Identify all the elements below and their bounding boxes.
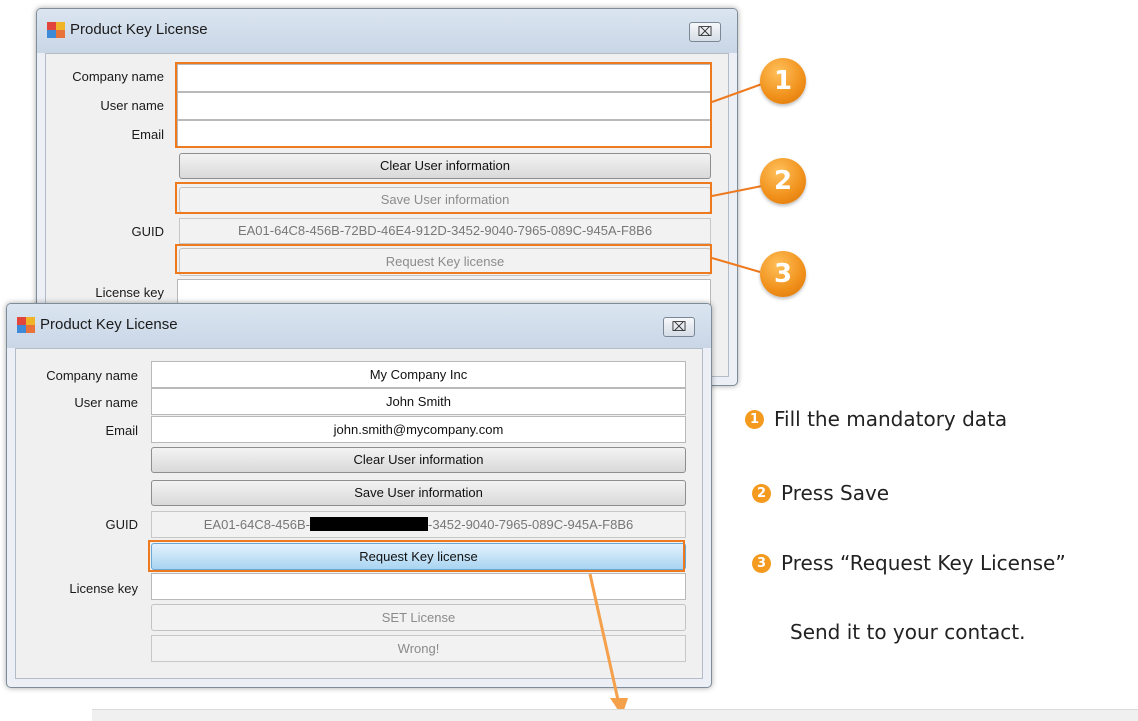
license-key-input[interactable]	[151, 573, 686, 600]
guid-field: EA01-64C8-456B-72BD-46E4-912D-3452-9040-…	[179, 218, 711, 244]
step-3-label: Press “Request Key License”	[781, 551, 1066, 575]
step-1-text: 1 Fill the mandatory data	[745, 407, 1007, 431]
window-title: Product Key License	[70, 21, 208, 38]
user-name-label: User name	[100, 98, 164, 113]
company-name-label: Company name	[72, 69, 164, 84]
close-button[interactable]: ⌧	[663, 317, 695, 337]
email-input[interactable]	[177, 120, 711, 148]
license-key-label: License key	[95, 285, 164, 300]
window-title: Product Key License	[40, 316, 178, 333]
clear-user-info-button[interactable]: Clear User information	[151, 447, 686, 473]
step-1-label: Fill the mandatory data	[774, 407, 1008, 431]
save-user-info-button[interactable]: Save User information	[179, 187, 711, 213]
guid-label: GUID	[105, 517, 139, 532]
app-icon	[47, 22, 65, 38]
clear-user-info-button[interactable]: Clear User information	[179, 153, 711, 179]
step-2-text: 2 Press Save	[752, 481, 889, 505]
step-3-text: 3 Press “Request Key License”	[752, 551, 1066, 575]
guid-prefix: EA01-64C8-456B-	[203, 517, 310, 532]
app-icon	[17, 317, 35, 333]
step-badge-2: 2	[760, 158, 806, 204]
email-label: Email	[131, 127, 164, 142]
email-input[interactable]: john.smith@mycompany.com	[151, 416, 686, 443]
guid-redaction-bar	[309, 517, 428, 531]
email-label: Email	[105, 423, 138, 438]
user-name-input[interactable]: John Smith	[151, 388, 686, 415]
product-key-window-front: Product Key License ⌧ Company name My Co…	[6, 303, 712, 688]
set-license-button[interactable]: SET License	[151, 604, 686, 631]
step-2-number-icon: 2	[752, 484, 771, 503]
company-name-label: Company name	[46, 368, 138, 383]
save-user-info-button[interactable]: Save User information	[151, 480, 686, 506]
step-3-followup-text: Send it to your contact.	[790, 620, 1026, 644]
bottom-bar	[92, 709, 1138, 721]
request-key-license-button[interactable]: Request Key license	[179, 248, 711, 276]
license-key-label: License key	[69, 581, 138, 596]
step-2-label: Press Save	[781, 481, 890, 505]
step-badge-3: 3	[760, 251, 806, 297]
step-1-number-icon: 1	[745, 410, 764, 429]
step-3-number-icon: 3	[752, 554, 771, 573]
guid-label: GUID	[131, 224, 165, 239]
guid-field: EA01-64C8-456B- -3452-9040-7965-089C-945A…	[151, 511, 686, 538]
close-button[interactable]: ⌧	[689, 22, 721, 42]
user-name-label: User name	[74, 395, 138, 410]
title-bar: Product Key License ⌧	[37, 9, 737, 53]
user-name-input[interactable]	[177, 92, 711, 120]
step-badge-1: 1	[760, 58, 806, 104]
title-bar: Product Key License ⌧	[7, 304, 711, 348]
status-field: Wrong!	[151, 635, 686, 662]
guid-suffix: -3452-9040-7965-089C-945A-F8B6	[427, 517, 634, 532]
company-name-input[interactable]	[177, 64, 711, 92]
company-name-input[interactable]: My Company Inc	[151, 361, 686, 388]
request-key-license-button[interactable]: Request Key license	[151, 543, 686, 570]
